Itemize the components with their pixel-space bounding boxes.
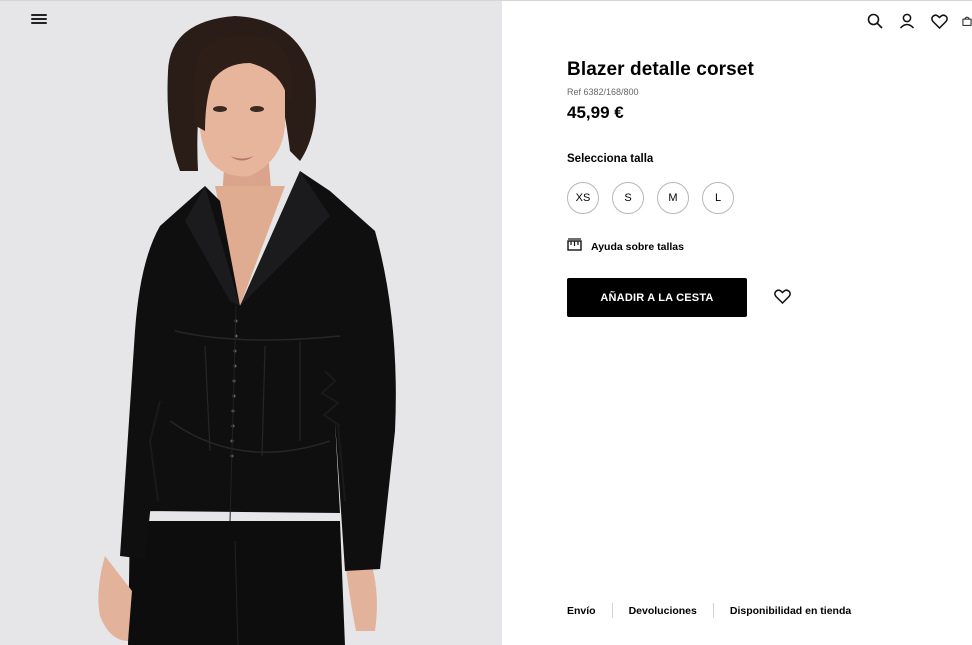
wishlist-heart-icon[interactable] [774,289,791,305]
product-details-panel: Blazer detalle corset Ref 6382/168/800 4… [502,0,972,645]
ruler-icon [567,238,582,256]
hamburger-menu-icon[interactable] [31,12,47,28]
size-help-link[interactable]: Ayuda sobre tallas [567,238,684,256]
shipping-link[interactable]: Envío [567,605,596,617]
product-model-photo[interactable] [0,1,502,645]
menu-line [31,14,47,16]
divider [611,603,613,618]
menu-line [31,18,47,20]
footer-links: Envío Devoluciones Disponibilidad en tie… [567,603,851,618]
size-option-l[interactable]: L [702,182,734,214]
divider [712,603,714,618]
store-availability-link[interactable]: Disponibilidad en tienda [730,605,851,617]
returns-link[interactable]: Devoluciones [629,605,697,617]
size-selector: XS S M L [567,182,734,214]
product-title: Blazer detalle corset [567,59,754,80]
size-option-s[interactable]: S [612,182,644,214]
size-selector-label: Selecciona talla [567,153,654,165]
user-icon[interactable] [898,12,916,30]
product-price: 45,99 € [567,103,624,122]
product-reference: Ref 6382/168/800 [567,87,639,97]
product-image-panel [0,0,502,645]
size-help-label: Ayuda sobre tallas [591,241,684,253]
header-icons [866,12,972,30]
size-option-m[interactable]: M [657,182,689,214]
menu-line [31,22,47,24]
search-icon[interactable] [866,12,884,30]
bag-icon[interactable] [962,12,972,30]
add-to-cart-button[interactable]: AÑADIR A LA CESTA [567,278,747,317]
heart-icon[interactable] [930,12,948,30]
size-option-xs[interactable]: XS [567,182,599,214]
